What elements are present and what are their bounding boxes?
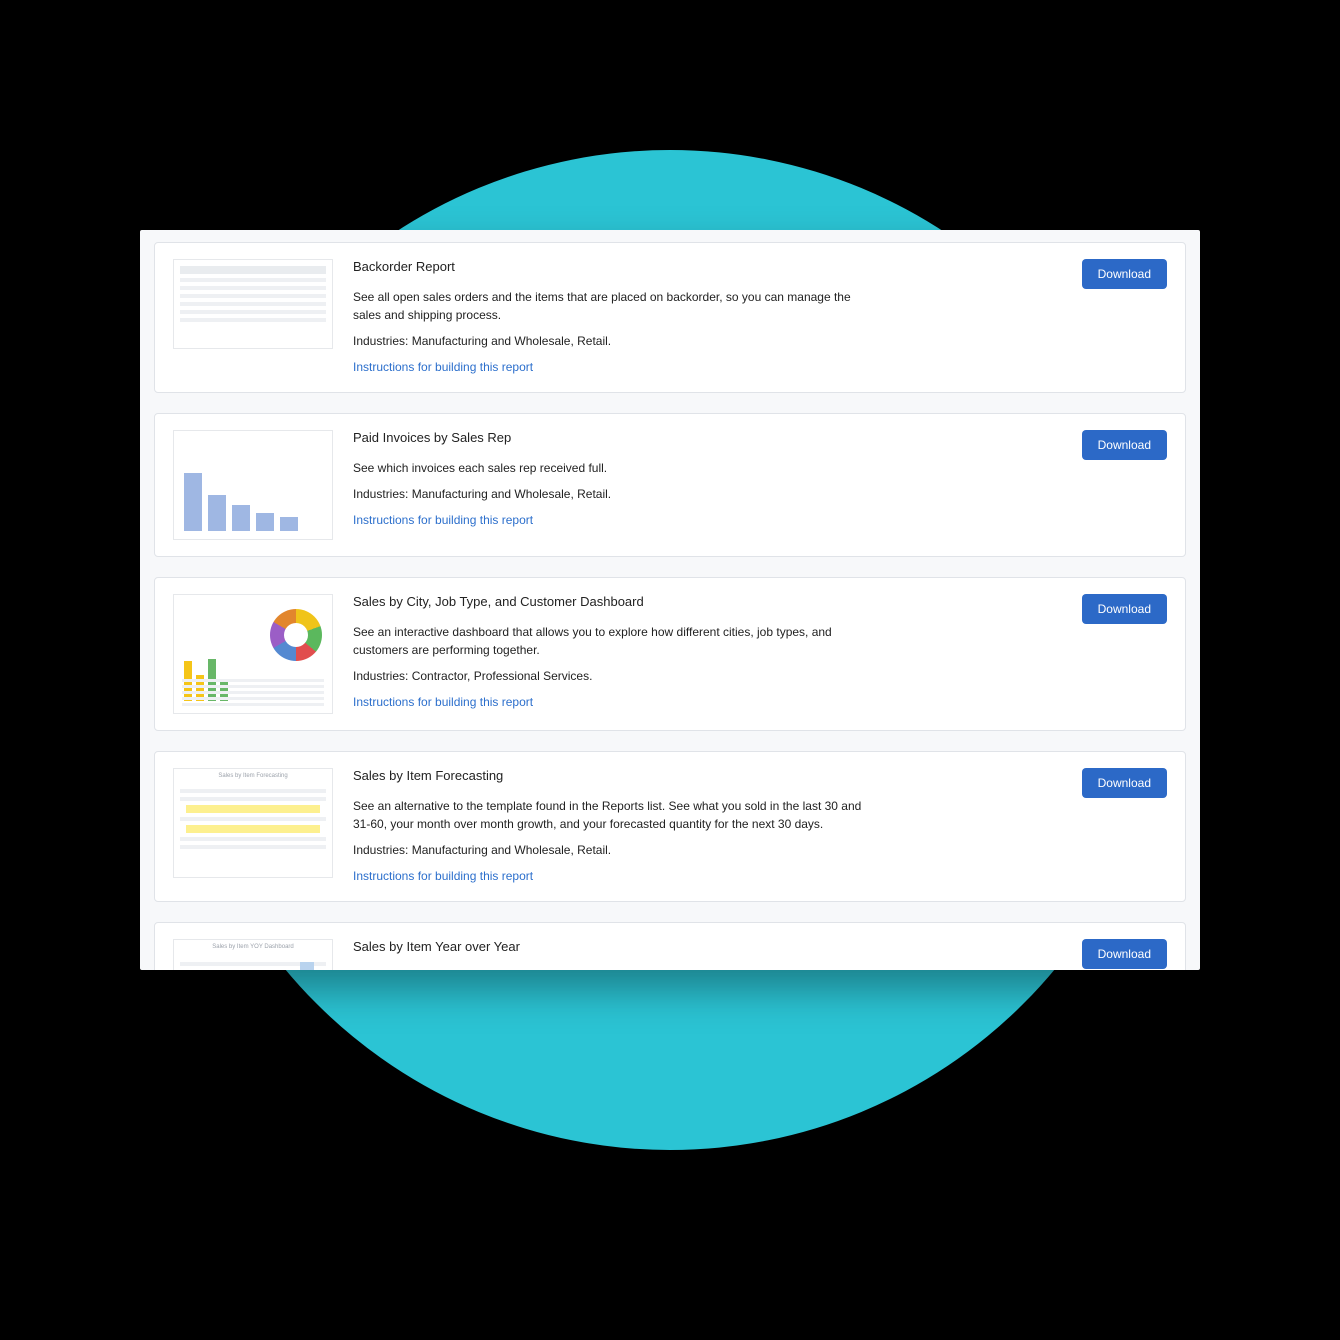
report-industries: Industries: Manufacturing and Wholesale,… [353, 334, 1062, 348]
report-thumbnail: Sales by Item YOY Dashboard [173, 939, 333, 970]
report-title: Sales by City, Job Type, and Customer Da… [353, 594, 1062, 609]
report-body: Paid Invoices by Sales Rep See which inv… [353, 430, 1062, 529]
report-industries: Industries: Manufacturing and Wholesale,… [353, 487, 1062, 501]
report-card: Backorder Report See all open sales orde… [154, 242, 1186, 393]
thumb-title: Sales by Item YOY Dashboard [174, 944, 332, 950]
download-button[interactable]: Download [1082, 594, 1167, 624]
report-title: Paid Invoices by Sales Rep [353, 430, 1062, 445]
report-card: Sales by Item Forecasting Sales by Item … [154, 751, 1186, 902]
report-industries: Industries: Manufacturing and Wholesale,… [353, 843, 1062, 857]
report-thumbnail: Sales by Item Forecasting [173, 768, 333, 878]
report-title: Sales by Item Year over Year [353, 939, 1062, 954]
report-body: Sales by City, Job Type, and Customer Da… [353, 594, 1062, 711]
report-description: See all open sales orders and the items … [353, 288, 873, 324]
report-body: Sales by Item Year over Year See how man… [353, 939, 1062, 970]
download-button[interactable]: Download [1082, 939, 1167, 969]
thumb-title: Sales by Item Forecasting [174, 773, 332, 779]
report-body: Backorder Report See all open sales orde… [353, 259, 1062, 376]
reports-panel: Backorder Report See all open sales orde… [140, 230, 1200, 970]
report-description: See which invoices each sales rep receiv… [353, 459, 873, 477]
report-thumbnail [173, 430, 333, 540]
report-description: See how many of each product were sold a… [353, 968, 873, 970]
report-description: See an alternative to the template found… [353, 797, 873, 833]
report-card: Paid Invoices by Sales Rep See which inv… [154, 413, 1186, 557]
download-button[interactable]: Download [1082, 430, 1167, 460]
report-card: Sales by City, Job Type, and Customer Da… [154, 577, 1186, 731]
donut-chart-icon [270, 609, 322, 661]
download-button[interactable]: Download [1082, 768, 1167, 798]
report-body: Sales by Item Forecasting See an alterna… [353, 768, 1062, 885]
instructions-link[interactable]: Instructions for building this report [353, 513, 533, 527]
download-button[interactable]: Download [1082, 259, 1167, 289]
report-thumbnail [173, 259, 333, 349]
report-title: Backorder Report [353, 259, 1062, 274]
report-thumbnail [173, 594, 333, 714]
instructions-link[interactable]: Instructions for building this report [353, 869, 533, 883]
instructions-link[interactable]: Instructions for building this report [353, 695, 533, 709]
report-description: See an interactive dashboard that allows… [353, 623, 873, 659]
report-industries: Industries: Contractor, Professional Ser… [353, 669, 1062, 683]
instructions-link[interactable]: Instructions for building this report [353, 360, 533, 374]
report-card: Sales by Item YOY Dashboard Sales by Ite… [154, 922, 1186, 970]
report-title: Sales by Item Forecasting [353, 768, 1062, 783]
